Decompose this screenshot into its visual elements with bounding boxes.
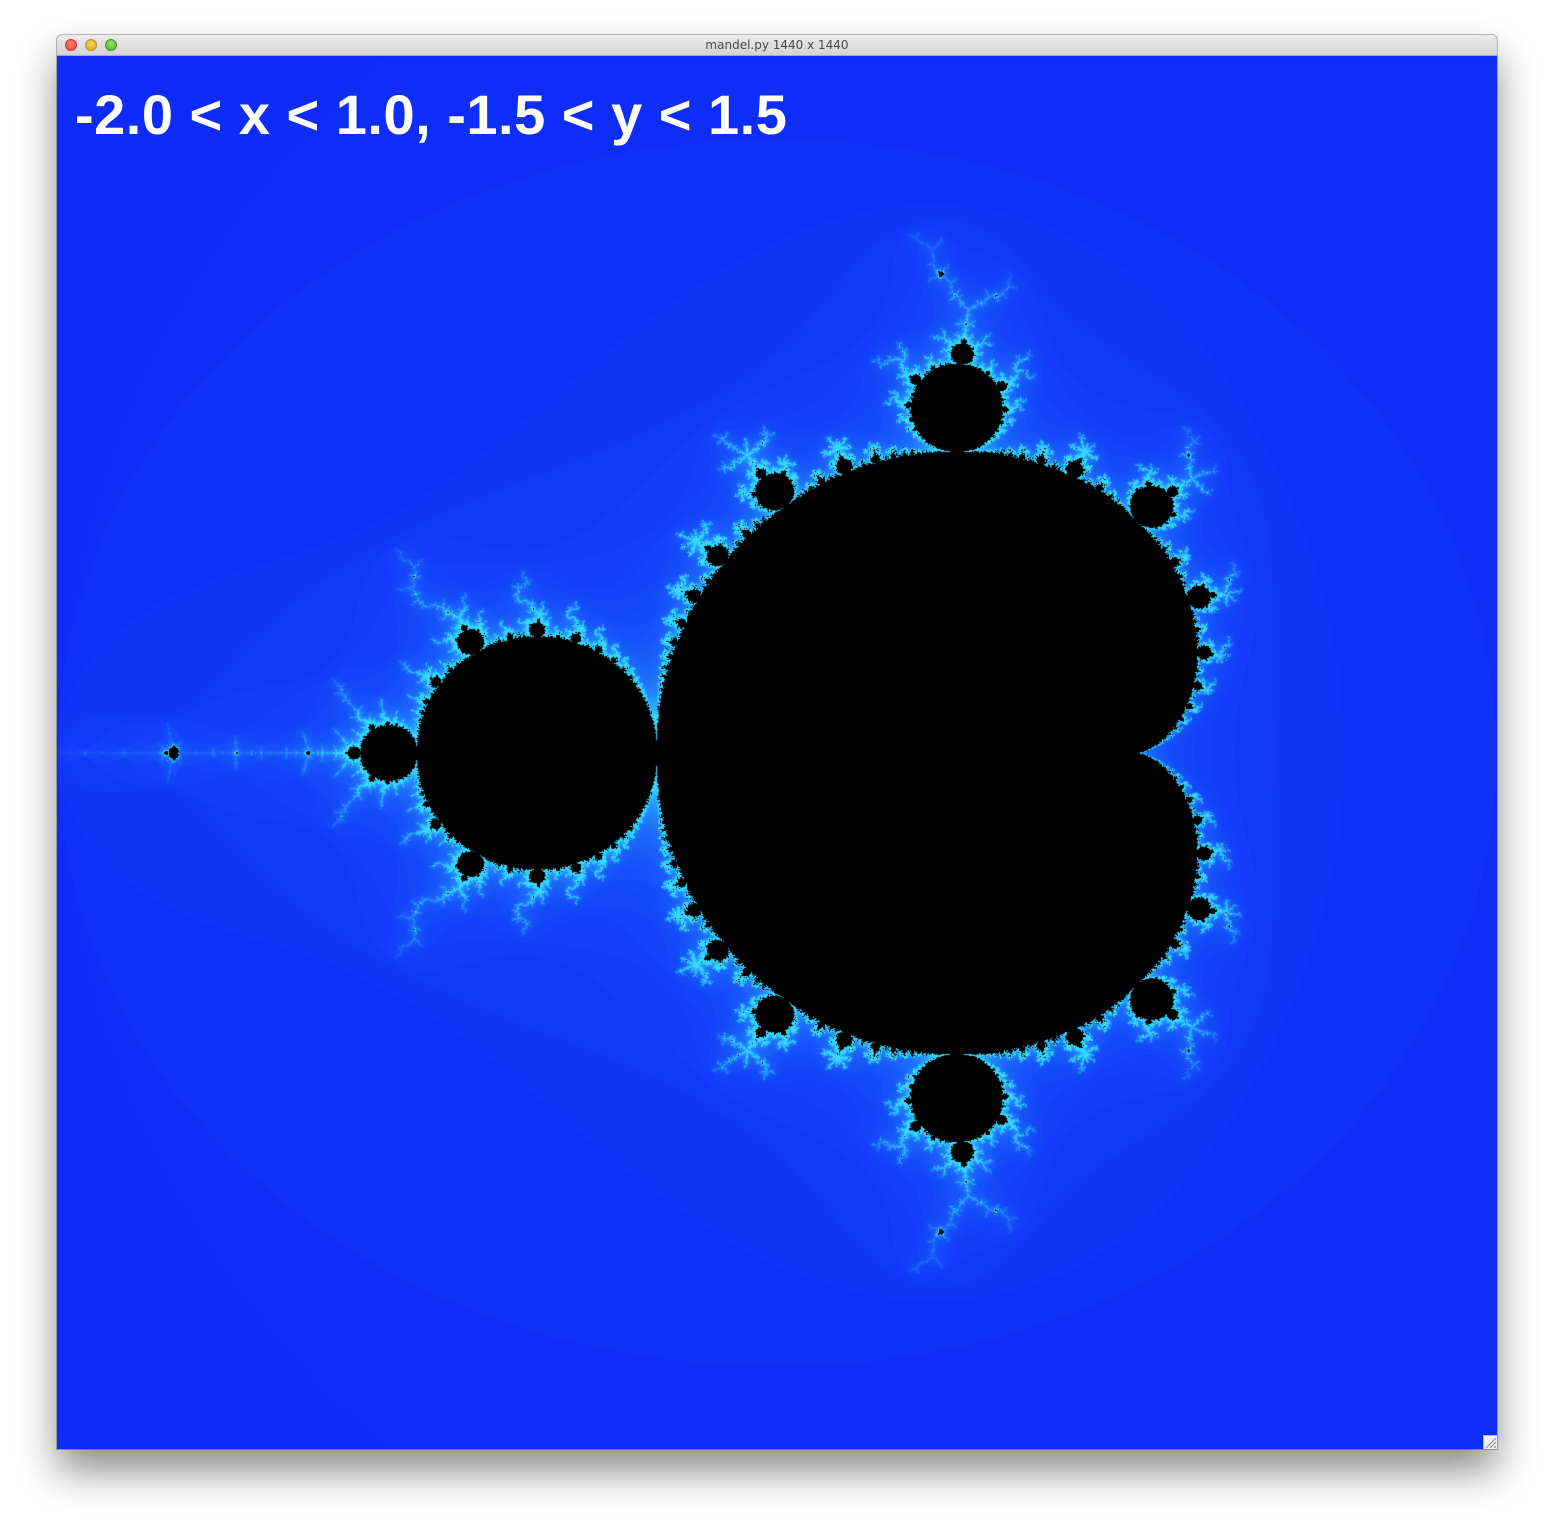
title-bar[interactable]: mandel.py 1440 x 1440 [57, 35, 1497, 56]
mandelbrot-canvas[interactable]: -2.0 < x < 1.0, -1.5 < y < 1.5 [57, 57, 1497, 1449]
mandelbrot-render[interactable] [57, 57, 1497, 1449]
app-window: mandel.py 1440 x 1440 -2.0 < x < 1.0, -1… [57, 35, 1497, 1449]
resize-grip-icon[interactable] [1483, 1435, 1497, 1449]
window-title: mandel.py 1440 x 1440 [705, 38, 849, 52]
coordinate-range-label: -2.0 < x < 1.0, -1.5 < y < 1.5 [75, 83, 788, 146]
